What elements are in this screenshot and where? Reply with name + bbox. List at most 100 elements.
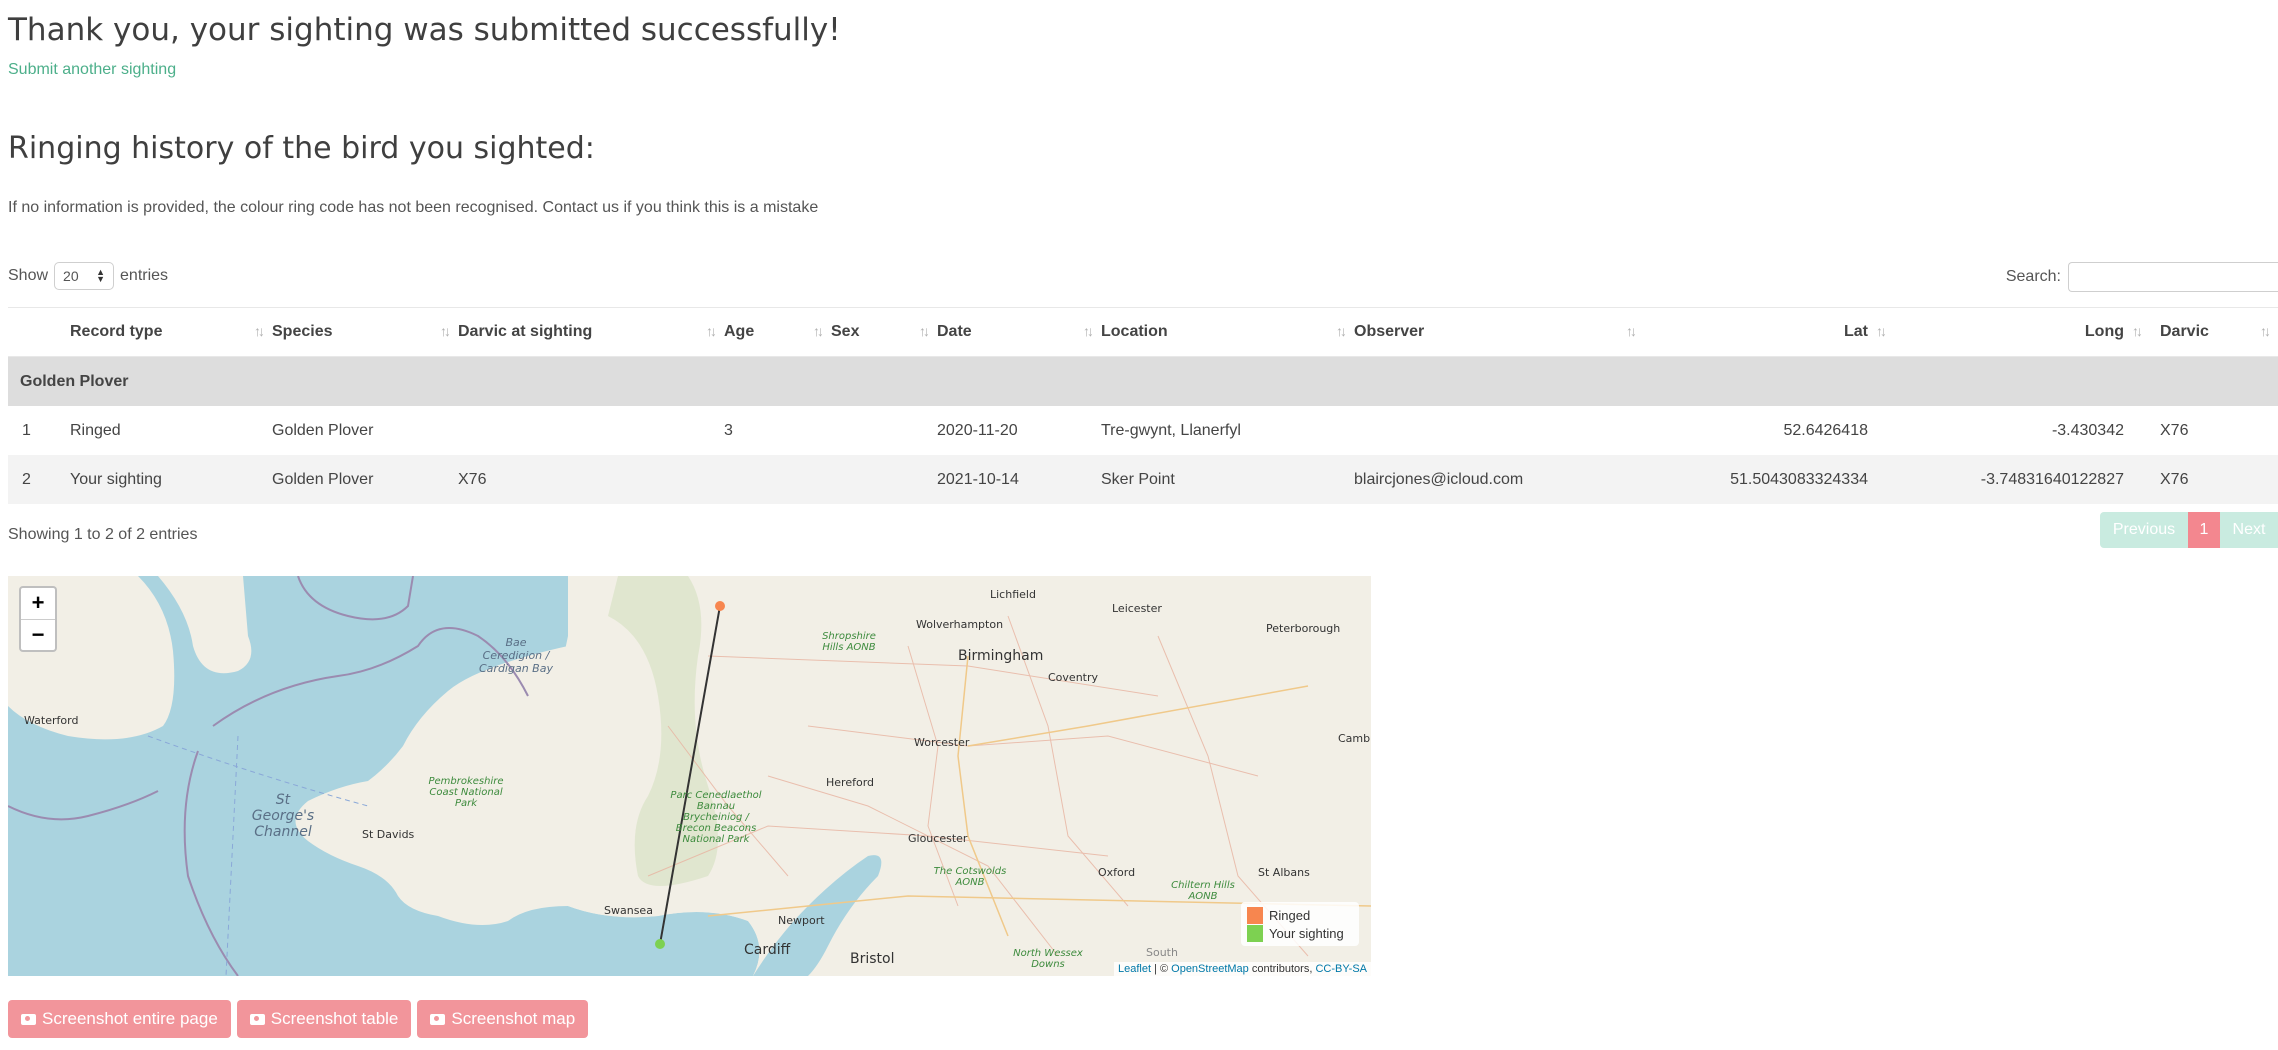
success-title: Thank you, your sighting was submitted s… <box>8 12 841 48</box>
map-label-newport: Newport <box>778 914 825 927</box>
map-label-cambridge: Cambr <box>1338 732 1371 745</box>
screenshot-page-button[interactable]: Screenshot entire page <box>8 1000 231 1038</box>
table-row: 1 Ringed Golden Plover 3 2020-11-20 Tre-… <box>8 406 2278 455</box>
entries-select[interactable]: 20 ▲ ▼ <box>54 262 115 290</box>
map-label-st-georges-channel: St George's Channel <box>251 792 315 840</box>
map-label-st-davids: St Davids <box>362 828 415 841</box>
cell-age <box>724 455 831 504</box>
map-label-hereford: Hereford <box>826 776 875 789</box>
sighting-marker[interactable] <box>655 939 665 949</box>
submit-another-link[interactable]: Submit another sighting <box>8 61 176 79</box>
col-index <box>8 307 70 357</box>
ringed-marker[interactable] <box>715 601 725 611</box>
cell-age: 3 <box>724 406 831 455</box>
next-page-button[interactable]: Next <box>2220 512 2278 548</box>
page-1-button[interactable]: 1 <box>2188 512 2220 548</box>
cell-observer <box>1354 406 1644 455</box>
map-label-chiltern-hills: Chiltern Hills AONB <box>1171 880 1235 902</box>
legend-swatch-ringed <box>1247 906 1263 924</box>
map-label-lichfield: Lichfield <box>990 588 1036 601</box>
legend-item-sighting: Your sighting <box>1247 924 1353 942</box>
osm-link[interactable]: OpenStreetMap <box>1171 963 1249 975</box>
map-label-oxford: Oxford <box>1098 866 1136 879</box>
map-label-waterford: Waterford <box>24 714 79 727</box>
col-lat[interactable]: Lat ↑↓ <box>1644 307 1890 357</box>
map-label-bristol: Bristol <box>850 951 895 967</box>
leaflet-link[interactable]: Leaflet <box>1118 963 1151 975</box>
zoom-in-button[interactable]: + <box>21 588 55 620</box>
col-date[interactable]: Date ↑↓ <box>937 307 1101 357</box>
map-label-st-albans: St Albans <box>1258 866 1310 879</box>
col-record-type[interactable]: Record type ↑↓ <box>70 307 272 357</box>
screenshot-buttons: Screenshot entire page Screenshot table … <box>8 1000 589 1038</box>
cell-date: 2021-10-14 <box>937 455 1101 504</box>
sort-icon: ↑↓ <box>706 323 717 339</box>
search-label: Search: <box>2005 268 2061 285</box>
cell-darvic-at-sighting: X76 <box>458 455 724 504</box>
col-age[interactable]: Age ↑↓ <box>724 307 831 357</box>
search-control: Search: <box>2006 262 2278 292</box>
cell-index: 2 <box>8 455 70 504</box>
search-input[interactable] <box>2068 262 2278 292</box>
cell-index: 1 <box>8 406 70 455</box>
map-attribution: Leaflet | © OpenStreetMap contributors, … <box>1113 962 1371 976</box>
sort-icon: ↑↓ <box>440 323 451 339</box>
col-observer[interactable]: Observer ↑↓ <box>1354 307 1644 357</box>
cell-date: 2020-11-20 <box>937 406 1101 455</box>
ringing-history-table: Record type ↑↓ Species ↑↓ Darvic at sighti… <box>8 307 2278 504</box>
cell-sex <box>831 455 937 504</box>
cell-observer: blaircjones@icloud.com <box>1354 455 1644 504</box>
sort-icon: ↑↓ <box>1083 323 1094 339</box>
col-long[interactable]: Long ↑↓ <box>1890 307 2146 357</box>
cell-long: -3.430342 <box>1890 406 2146 455</box>
col-sex[interactable]: Sex ↑↓ <box>831 307 937 357</box>
camera-icon <box>430 1013 446 1025</box>
col-location[interactable]: Location ↑↓ <box>1101 307 1354 357</box>
license-link[interactable]: CC-BY-SA <box>1315 963 1367 975</box>
map-label-leicester: Leicester <box>1112 602 1162 615</box>
previous-page-button[interactable]: Previous <box>2100 512 2188 548</box>
screenshot-map-button[interactable]: Screenshot map <box>417 1000 589 1038</box>
map-legend: Ringed Your sighting <box>1241 902 1359 946</box>
map-label-wolverhampton: Wolverhampton <box>916 618 1004 631</box>
cell-sex <box>831 406 937 455</box>
map-label-swansea: Swansea <box>604 904 653 917</box>
cell-species: Golden Plover <box>272 406 458 455</box>
sort-icon: ↑↓ <box>1336 323 1347 339</box>
map-label-peterborough: Peterborough <box>1266 622 1341 635</box>
legend-swatch-sighting <box>1247 924 1263 942</box>
zoom-out-button[interactable]: − <box>21 620 55 651</box>
entries-label: entries <box>120 267 169 284</box>
map-label-pembrokeshire: Pembrokeshire Coast National Park <box>428 776 504 809</box>
cell-location: Sker Point <box>1101 455 1354 504</box>
cell-long: -3.74831640122827 <box>1890 455 2146 504</box>
sort-icon: ↑↓ <box>1626 323 1637 339</box>
col-species[interactable]: Species ↑↓ <box>272 307 458 357</box>
group-row: Golden Plover <box>8 356 2278 406</box>
map-label-birmingham: Birmingham <box>958 648 1044 664</box>
sort-icon: ↑↓ <box>813 323 824 339</box>
table-info: Showing 1 to 2 of 2 entries <box>8 526 198 543</box>
map-label-cardiff: Cardiff <box>744 942 791 958</box>
screenshot-table-button[interactable]: Screenshot table <box>236 1000 412 1038</box>
map-label-north-wessex-downs: North Wessex Downs <box>1013 948 1083 970</box>
map-tiles <box>8 576 1371 976</box>
camera-icon <box>249 1013 265 1025</box>
sighting-map[interactable]: Waterford Bae Ceredigion / Cardigan Bay … <box>8 576 1371 976</box>
map-label-worcester: Worcester <box>914 736 970 749</box>
map-label-cardigan-bay: Bae Ceredigion / Cardigan Bay <box>479 636 553 675</box>
sort-icon: ↑↓ <box>1876 323 1887 339</box>
cell-darvic: X76 <box>2146 406 2278 455</box>
cell-location: Tre-gwynt, Llanerfyl <box>1101 406 1354 455</box>
col-darvic[interactable]: Darvic ↑↓ <box>2146 307 2278 357</box>
legend-item-ringed: Ringed <box>1247 906 1353 924</box>
history-title: Ringing history of the bird you sighted: <box>8 131 595 166</box>
zoom-control: + − <box>19 586 57 652</box>
cell-record-type: Ringed <box>70 406 272 455</box>
map-label-shropshire-hills: Shropshire Hills AONB <box>822 631 876 653</box>
notice-text: If no information is provided, the colou… <box>8 199 819 216</box>
table-row: 2 Your sighting Golden Plover X76 2021-1… <box>8 455 2278 504</box>
map-label-south: South <box>1146 946 1178 959</box>
col-darvic-at-sighting[interactable]: Darvic at sighting ↑↓ <box>458 307 724 357</box>
map-label-brecon-beacons: Parc Cenedlaethol Bannau Brycheiniog / B… <box>670 790 762 845</box>
